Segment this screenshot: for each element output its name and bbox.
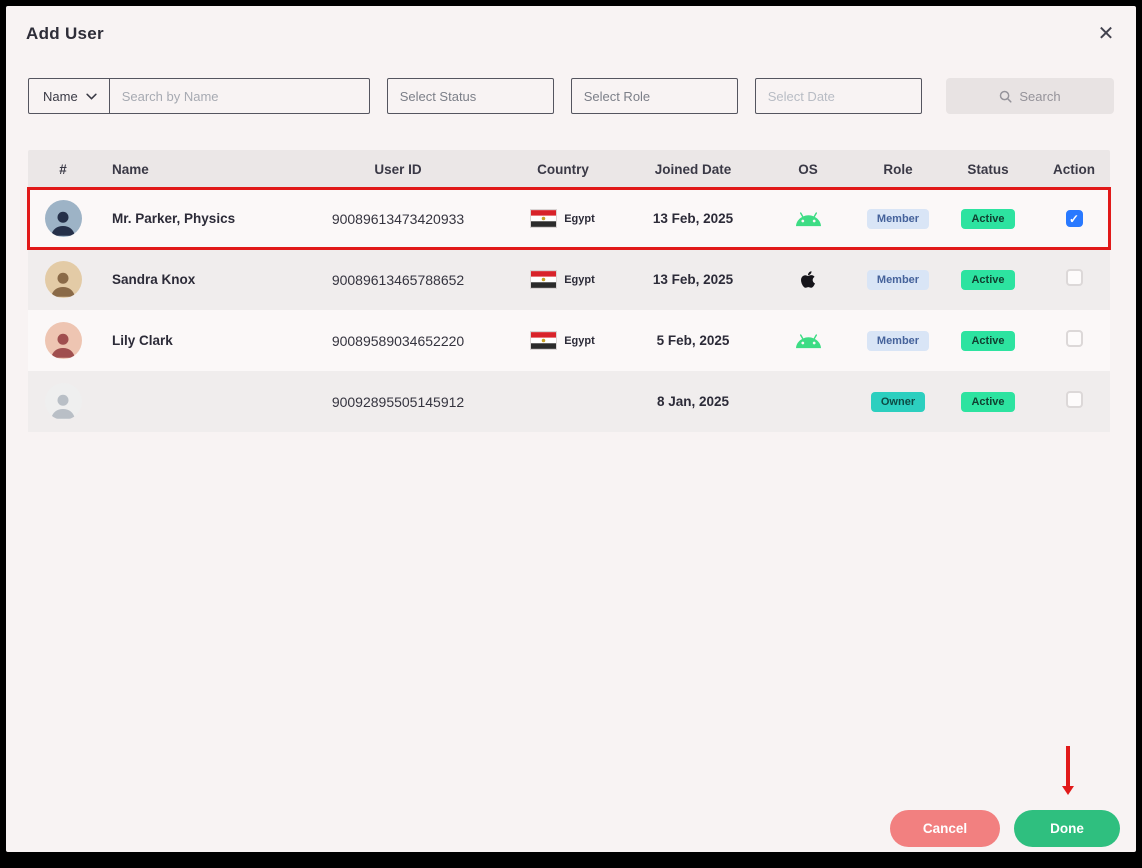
add-user-modal: Add User ✕ Name Select Status Select Rol…	[6, 6, 1136, 852]
android-icon	[795, 333, 821, 348]
user-name: Lily Clark	[112, 333, 173, 348]
user-id: 90089589034652220	[331, 332, 465, 349]
row-checkbox[interactable]	[1065, 268, 1083, 286]
os-cell	[758, 331, 858, 351]
role-select[interactable]: Select Role	[570, 78, 738, 114]
table-row: 90092895505145912 8 Jan, 2025 Owner Acti…	[28, 371, 1110, 432]
status-badge: Active	[961, 269, 1015, 290]
role-badge: Member	[866, 208, 930, 229]
table-header-row: # Name User ID Country Joined Date OS Role Stat…	[28, 150, 1110, 188]
role-badge: Member	[866, 330, 930, 351]
table-row: Lily Clark 90089589034652220 Egypt 5 Feb…	[28, 310, 1110, 371]
avatar	[44, 261, 82, 298]
country-name: Egypt	[564, 334, 595, 347]
column-header-joined-date: Joined Date	[654, 161, 732, 177]
screen: Add User ✕ Name Select Status Select Rol…	[0, 0, 1142, 868]
search-button-label: Search	[1019, 88, 1061, 104]
row-checkbox[interactable]	[1065, 329, 1083, 347]
status-badge: Active	[961, 208, 1015, 229]
user-name: Sandra Knox	[112, 272, 196, 287]
column-header-role: Role	[883, 161, 913, 177]
user-name: Mr. Parker, Physics	[112, 211, 236, 226]
joined-date: 5 Feb, 2025	[656, 333, 730, 348]
os-cell	[758, 209, 858, 229]
country-cell: Egypt	[498, 210, 628, 227]
user-id: 90089613473420933	[331, 210, 465, 227]
role-badge: Owner	[870, 391, 926, 412]
person-silhouette-icon	[51, 211, 75, 236]
search-input[interactable]	[109, 78, 370, 114]
avatar	[44, 383, 82, 420]
modal-header: Add User ✕	[6, 6, 1136, 64]
modal-title: Add User	[26, 24, 104, 43]
column-header--: #	[59, 161, 67, 177]
joined-date: 13 Feb, 2025	[652, 272, 734, 287]
close-button[interactable]: ✕	[1090, 18, 1122, 50]
person-silhouette-icon	[51, 394, 75, 419]
row-checkbox[interactable]: ✓	[1065, 210, 1083, 227]
country-name: Egypt	[564, 212, 595, 225]
search-button[interactable]: Search	[946, 78, 1114, 114]
search-field-dropdown[interactable]: Name	[28, 78, 110, 114]
country-cell: Egypt	[498, 332, 628, 349]
column-header-country: Country	[537, 161, 589, 177]
status-select[interactable]: Select Status	[386, 78, 554, 114]
search-field-group: Name	[28, 78, 370, 114]
search-icon	[1000, 90, 1012, 103]
role-badge: Member	[866, 269, 930, 290]
status-badge: Active	[961, 330, 1015, 351]
egypt-flag-icon	[531, 271, 557, 288]
user-table: # Name User ID Country Joined Date OS Role Stat…	[27, 150, 1111, 432]
filter-bar: Name Select Status Select Role Search	[28, 78, 1114, 114]
country-cell: Egypt	[498, 271, 628, 288]
column-header-status: Status	[967, 161, 1009, 177]
avatar	[44, 322, 82, 359]
apple-icon	[801, 271, 815, 288]
android-icon	[795, 211, 821, 226]
person-silhouette-icon	[51, 333, 75, 358]
user-id: 90092895505145912	[331, 393, 465, 410]
column-header-os: OS	[798, 161, 818, 177]
modal-footer: Cancel Done	[890, 810, 1120, 847]
annotation-arrow	[1062, 746, 1074, 795]
os-cell	[758, 270, 858, 289]
user-id: 90089613465788652	[331, 271, 465, 288]
country-name: Egypt	[564, 273, 595, 286]
egypt-flag-icon	[531, 210, 557, 227]
table-row: Mr. Parker, Physics 90089613473420933 Eg…	[27, 187, 1111, 250]
search-field-dropdown-label: Name	[43, 88, 78, 104]
table-row: Sandra Knox 90089613465788652 Egypt 13 F…	[28, 249, 1110, 310]
avatar	[44, 200, 82, 237]
done-button[interactable]: Done	[1014, 810, 1120, 847]
cancel-button[interactable]: Cancel	[890, 810, 1000, 847]
column-header-name: Name	[112, 161, 149, 177]
chevron-down-icon	[86, 93, 97, 100]
date-select-input[interactable]	[754, 78, 922, 114]
joined-date: 8 Jan, 2025	[656, 394, 730, 409]
person-silhouette-icon	[51, 272, 75, 297]
table-body: Mr. Parker, Physics 90089613473420933 Eg…	[27, 187, 1111, 432]
role-select-label: Select Role	[583, 88, 651, 104]
column-header-user-id: User ID	[374, 161, 422, 177]
column-header-action: Action	[1053, 161, 1095, 177]
egypt-flag-icon	[531, 332, 557, 349]
close-icon: ✕	[1097, 23, 1115, 45]
status-badge: Active	[961, 391, 1015, 412]
status-select-label: Select Status	[399, 88, 477, 104]
joined-date: 13 Feb, 2025	[652, 211, 734, 226]
row-checkbox[interactable]	[1065, 390, 1083, 408]
